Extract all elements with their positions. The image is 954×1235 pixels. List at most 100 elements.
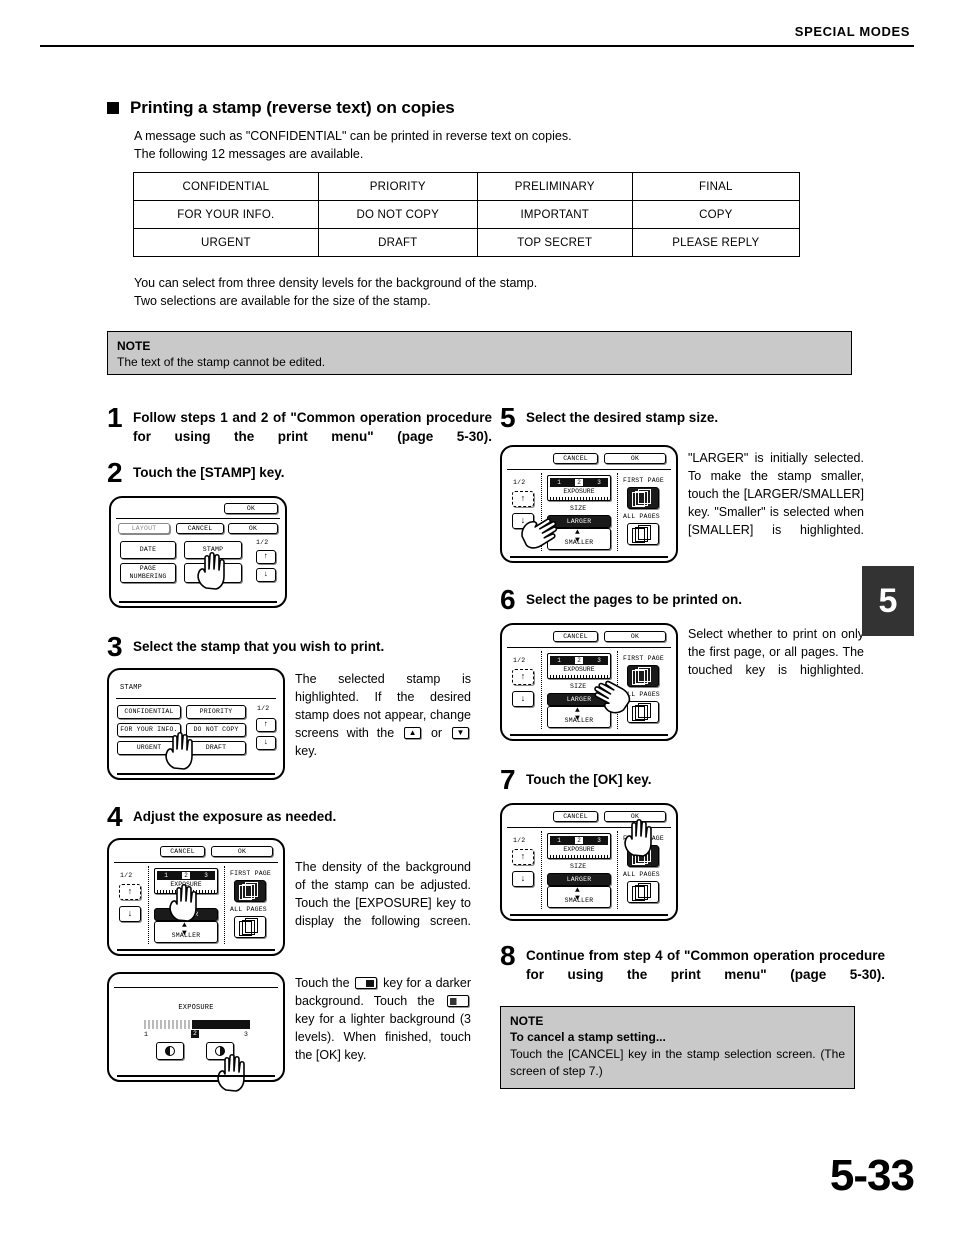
lcd-key-do-not-copy[interactable]: DO NOT COPY: [186, 723, 246, 737]
lcd-key-priority[interactable]: PRIORITY: [186, 705, 246, 719]
lcd-key-for-your-info[interactable]: FOR YOUR INFO.: [117, 723, 181, 737]
lcd-key-scroll-down[interactable]: ↓: [256, 568, 276, 582]
step-title: Touch the [OK] key.: [526, 772, 652, 787]
table-cell: DRAFT: [317, 228, 478, 257]
lcd-panel-stamp-settings-step7[interactable]: CANCEL OK 1/2 ↑ ↓ 1 2 3 EXPOSURE SIZE LA…: [500, 803, 678, 921]
lcd-exposure-levels: 1 2 3: [550, 836, 608, 845]
lcd-key-draft[interactable]: DRAFT: [186, 741, 246, 755]
lcd-exposure-ticks: [550, 497, 608, 501]
lcd-panel-stamp-settings-step5[interactable]: CANCEL OK 1/2 ↑ ↓ 1 2 3 EXPOSURE SIZE LA…: [500, 445, 678, 563]
lcd-key-scroll-up[interactable]: ↑: [512, 849, 534, 865]
lcd-key-cancel[interactable]: CANCEL: [553, 811, 598, 822]
lcd-divider-vertical: [541, 651, 542, 729]
lcd-key-larger[interactable]: LARGER: [547, 693, 611, 706]
lcd-panel-stamp-selection[interactable]: STAMP CONFIDENTIAL PRIORITY FOR YOUR INF…: [107, 668, 285, 780]
lcd-key-ok[interactable]: OK: [228, 523, 278, 534]
lcd-key-layout[interactable]: LAYOUT: [118, 523, 170, 534]
lcd-exposure-level-1: 1: [557, 479, 561, 486]
lcd-divider: [507, 647, 671, 648]
step-number: 6: [500, 584, 516, 615]
lcd-exposure-label: EXPOSURE: [563, 488, 595, 495]
page-header: SPECIAL MODES: [40, 24, 914, 47]
lcd-key-ok[interactable]: OK: [211, 846, 273, 857]
lcd-key-first-page[interactable]: [627, 665, 659, 687]
lcd-exposure-level-3: 3: [204, 872, 208, 879]
lcd-key-exposure[interactable]: 1 2 3 EXPOSURE: [154, 868, 218, 894]
note-label: NOTE: [510, 1014, 544, 1028]
lcd-key-cancel[interactable]: CANCEL: [553, 453, 598, 464]
post-table-line-2: Two selections are available for the siz…: [134, 294, 431, 308]
lcd-key-larger[interactable]: LARGER: [154, 908, 218, 921]
sheet-stack-icon: [239, 882, 261, 900]
table-cell: PLEASE REPLY: [631, 228, 801, 257]
lcd-key-stamp[interactable]: STAMP: [184, 541, 242, 559]
lcd-key-scroll-down[interactable]: ↓: [512, 871, 534, 887]
lcd-key-cancel[interactable]: CANCEL: [160, 846, 205, 857]
lcd-exposure-levels: 1 2 3: [157, 871, 215, 880]
lcd-key-all-pages[interactable]: [627, 523, 659, 545]
lcd-key-first-page[interactable]: [234, 880, 266, 902]
lcd-page-indicator: 1/2: [513, 479, 526, 486]
lcd-divider: [116, 518, 280, 519]
lcd-key-confidential[interactable]: CONFIDENTIAL: [117, 705, 181, 719]
lcd-key-cancel[interactable]: CANCEL: [553, 631, 598, 642]
step-title: Touch the [STAMP] key.: [133, 465, 285, 480]
lcd-key-scroll-up[interactable]: ↑: [256, 550, 276, 564]
table-cell: IMPORTANT: [476, 200, 633, 229]
lcd-key-ok[interactable]: OK: [604, 631, 666, 642]
lcd-key-ok-top[interactable]: OK: [224, 503, 278, 514]
lcd-key-date[interactable]: DATE: [120, 541, 176, 559]
lcd-key-scroll-up[interactable]: ↑: [512, 491, 534, 507]
lcd-key-cancel[interactable]: CANCEL: [176, 523, 224, 534]
lcd-key-ok[interactable]: OK: [604, 453, 666, 464]
lcd-key-scroll-down[interactable]: ↓: [119, 906, 141, 922]
lcd-key-page-numbering[interactable]: PAGE NUMBERING: [120, 563, 176, 583]
lcd-exposure-level-2: 2: [182, 872, 190, 879]
lcd-panel-exposure-detail[interactable]: EXPOSURE 1 2 3: [107, 972, 285, 1092]
step-3: 3 Select the stamp that you wish to prin…: [107, 633, 492, 780]
square-bullet-icon: [107, 102, 119, 114]
lcd-key-first-page[interactable]: [627, 487, 659, 509]
lcd-key-blank[interactable]: [184, 563, 242, 583]
lcd-key-scroll-down[interactable]: ↓: [512, 691, 534, 707]
lcd-key-scroll-up[interactable]: ↑: [512, 669, 534, 685]
lcd-key-all-pages[interactable]: [627, 701, 659, 723]
lcd-panel-stamp-settings-step6[interactable]: CANCEL OK 1/2 ↑ ↓ 1 2 3 EXPOSURE SIZE LA…: [500, 623, 678, 741]
lcd-panel-stamp-settings-step4[interactable]: CANCEL OK 1/2 ↑ ↓ 1 2 3 EXPOSURE SIZE LA…: [107, 838, 285, 956]
lcd-key-first-page[interactable]: [627, 845, 659, 867]
lcd-exposure-slider-track[interactable]: [144, 1020, 250, 1029]
lcd-key-scroll-up[interactable]: ↑: [256, 718, 276, 732]
lcd-key-ok[interactable]: OK: [604, 811, 666, 822]
step-number: 5: [500, 402, 516, 433]
lcd-key-all-pages[interactable]: [627, 881, 659, 903]
lcd-key-larger[interactable]: LARGER: [547, 873, 611, 886]
note-box-bottom: NOTE To cancel a stamp setting... Touch …: [500, 1006, 855, 1089]
darken-icon: [215, 1046, 225, 1056]
lcd-size-label: SIZE: [570, 863, 587, 870]
lcd-divider-vertical: [617, 831, 618, 909]
lcd-key-larger[interactable]: LARGER: [547, 515, 611, 528]
lcd-key-exposure[interactable]: 1 2 3 EXPOSURE: [547, 475, 611, 501]
step-8: 8 Continue from step 4 of "Common operat…: [500, 942, 885, 984]
lighter-key-icon: [447, 995, 469, 1007]
lcd-exposure-ticks: [550, 855, 608, 859]
lcd-key-scroll-up[interactable]: ↑: [119, 884, 141, 900]
darker-key-icon: [355, 977, 378, 989]
left-column: 1 Follow steps 1 and 2 of "Common operat…: [107, 404, 492, 1092]
lcd-page-indicator: 1/2: [256, 539, 269, 546]
step-title: Continue from step 4 of "Common operatio…: [526, 948, 885, 982]
table-row: FOR YOUR INFO. DO NOT COPY IMPORTANT COP…: [133, 200, 801, 229]
lcd-key-scroll-down[interactable]: ↓: [512, 513, 534, 529]
lcd-key-lighter[interactable]: [156, 1042, 184, 1060]
lcd-key-exposure[interactable]: 1 2 3 EXPOSURE: [547, 653, 611, 679]
lcd-panel-layout-menu[interactable]: OK LAYOUT CANCEL OK DATE STAMP PAGE NUMB…: [109, 496, 287, 608]
step-4: 4 Adjust the exposure as needed. CANCEL …: [107, 803, 492, 956]
lcd-key-darker[interactable]: [206, 1042, 234, 1060]
step-number: 7: [500, 764, 516, 795]
lcd-key-all-pages[interactable]: [234, 916, 266, 938]
sheet-stack-icon: [632, 883, 654, 901]
lcd-key-urgent[interactable]: URGENT: [117, 741, 181, 755]
step-3-description-part-a: The selected stamp is highlighted. If th…: [295, 672, 471, 740]
lcd-key-scroll-down[interactable]: ↓: [256, 736, 276, 750]
lcd-key-exposure[interactable]: 1 2 3 EXPOSURE: [547, 833, 611, 859]
